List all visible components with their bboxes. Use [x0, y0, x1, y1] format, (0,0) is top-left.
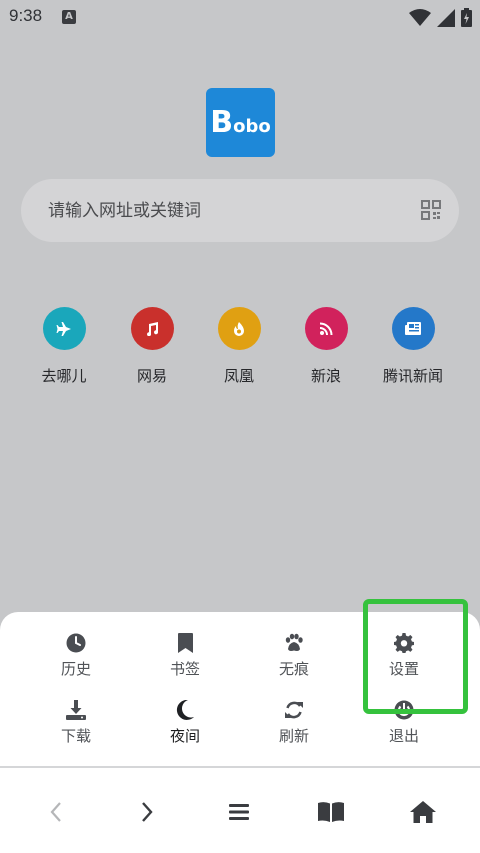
menu-label: 无痕 — [278, 660, 309, 678]
download-icon — [21, 699, 131, 721]
search-bar[interactable] — [21, 179, 459, 242]
home-button[interactable] — [403, 794, 443, 830]
notification-badge: A — [62, 10, 76, 24]
menu-label: 刷新 — [278, 727, 309, 745]
book-icon — [318, 802, 344, 822]
status-time: 9:38 — [9, 6, 43, 25]
music-note-icon — [130, 307, 174, 350]
forward-icon — [142, 802, 153, 822]
logo-text: obo — [233, 116, 271, 137]
shortcut-label: 新浪 — [310, 367, 341, 385]
menu-label: 夜间 — [169, 727, 200, 745]
menu-icon — [229, 804, 249, 820]
logo-letter: B — [210, 105, 234, 140]
battery-charging-icon — [461, 8, 472, 27]
menu-downloads[interactable]: 下载 — [21, 699, 131, 746]
shortcut-netease[interactable]: 网易 — [107, 307, 197, 386]
refresh-icon — [239, 699, 349, 721]
shortcut-ifeng[interactable]: 凤凰 — [194, 307, 284, 386]
status-bar: 9:38 A — [0, 0, 480, 34]
bookshelf-button[interactable] — [311, 794, 351, 830]
forward-button[interactable] — [127, 794, 167, 830]
system-icons — [409, 8, 472, 27]
paw-icon — [239, 632, 349, 654]
search-input[interactable] — [48, 179, 398, 242]
shortcut-tencent-news[interactable]: 腾讯新闻 — [368, 307, 458, 386]
moon-icon — [130, 699, 240, 721]
qr-scan-icon[interactable] — [421, 200, 441, 224]
signal-icon — [437, 8, 455, 27]
menu-history[interactable]: 历史 — [21, 632, 131, 679]
app-logo: B obo — [206, 88, 275, 157]
back-button[interactable] — [36, 794, 76, 830]
menu-refresh[interactable]: 刷新 — [239, 699, 349, 746]
shortcut-label: 去哪儿 — [41, 367, 87, 385]
airplane-icon — [42, 307, 86, 350]
bottom-nav-bar — [0, 768, 480, 853]
bookmark-icon — [130, 632, 240, 654]
rss-icon — [304, 307, 348, 350]
back-icon — [50, 802, 61, 822]
shortcut-sina[interactable]: 新浪 — [281, 307, 371, 386]
menu-button[interactable] — [219, 794, 259, 830]
menu-label: 书签 — [169, 660, 200, 678]
menu-label: 历史 — [60, 660, 91, 678]
menu-label: 退出 — [388, 727, 419, 745]
menu-label: 下载 — [60, 727, 91, 745]
shortcut-label: 腾讯新闻 — [382, 367, 443, 385]
wifi-icon — [409, 8, 431, 26]
newspaper-icon — [391, 307, 435, 350]
clock-icon — [21, 632, 131, 654]
shortcut-label: 凤凰 — [223, 367, 254, 385]
settings-highlight-box — [363, 599, 468, 714]
menu-incognito[interactable]: 无痕 — [239, 632, 349, 679]
menu-night-mode[interactable]: 夜间 — [130, 699, 240, 746]
menu-bookmarks[interactable]: 书签 — [130, 632, 240, 679]
shortcut-label: 网易 — [136, 367, 167, 385]
home-icon — [410, 801, 436, 823]
fire-icon — [217, 307, 261, 350]
shortcut-qunar[interactable]: 去哪儿 — [19, 307, 109, 386]
